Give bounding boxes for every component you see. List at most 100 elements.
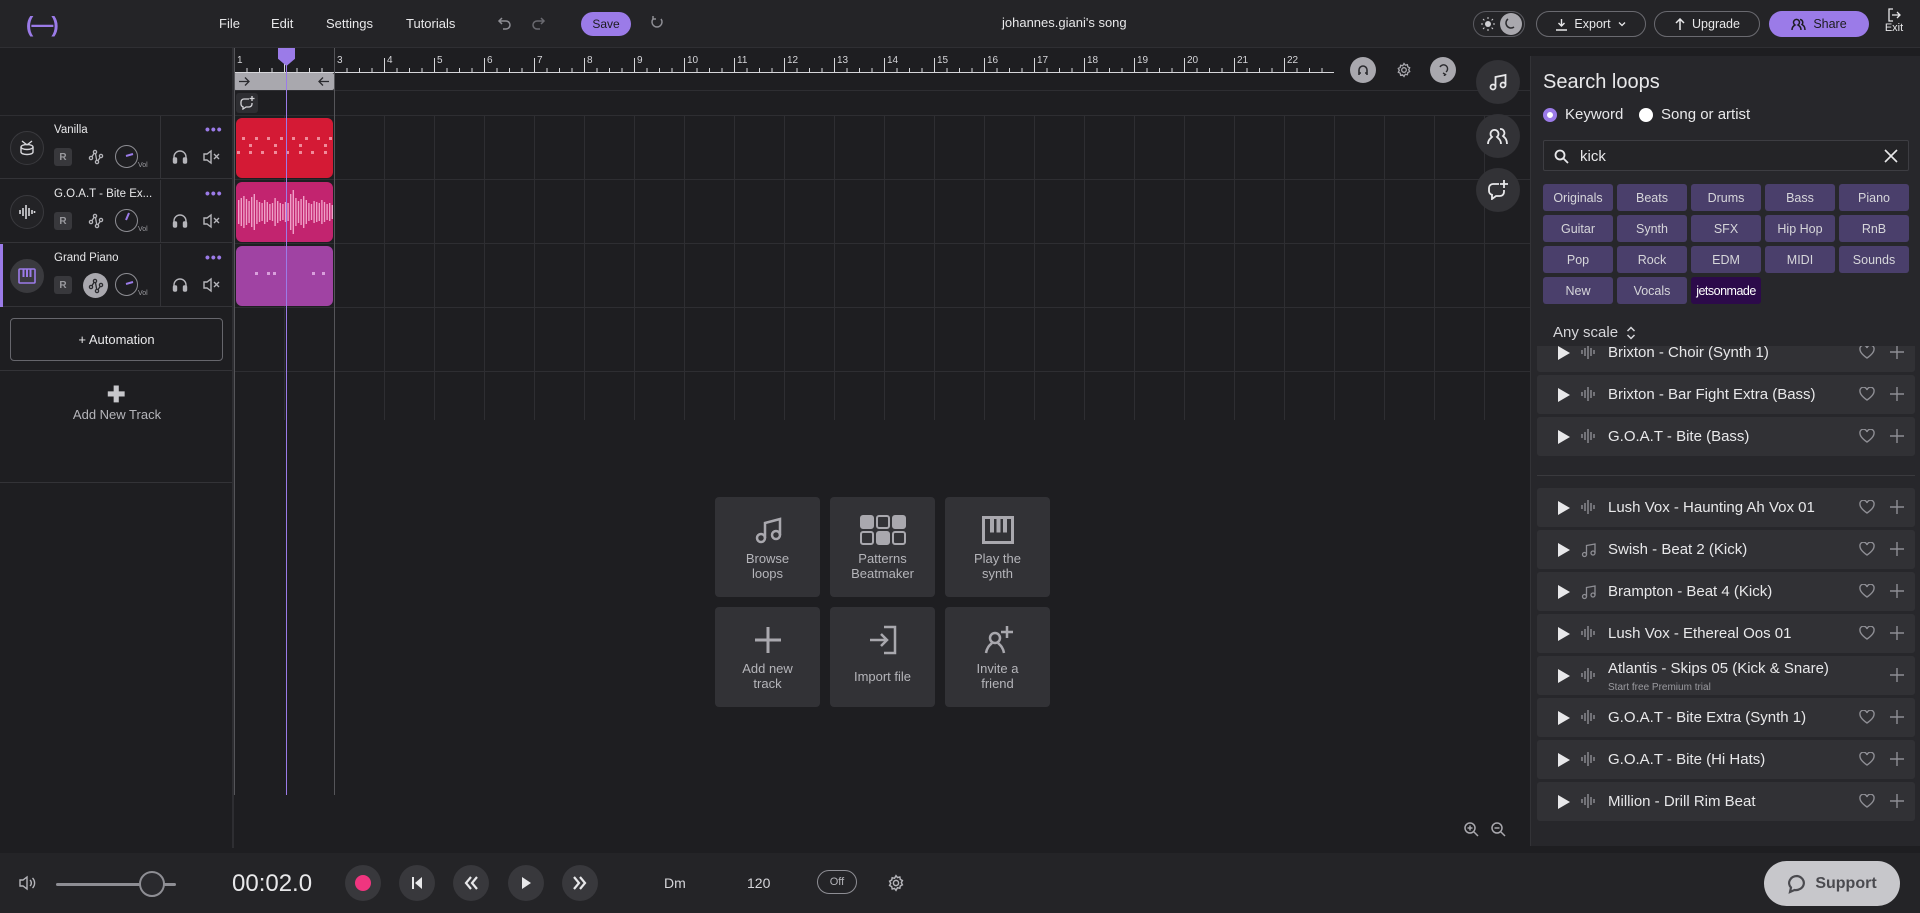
chip-hip-hop[interactable]: Hip Hop: [1765, 215, 1835, 242]
chip-sounds[interactable]: Sounds: [1839, 246, 1909, 273]
collaborators-button[interactable]: [1476, 114, 1520, 158]
save-button[interactable]: Save: [581, 12, 631, 36]
add-new-track-button[interactable]: ✚ Add New Track: [0, 370, 234, 483]
record-button[interactable]: [345, 865, 381, 901]
loop-result-row[interactable]: Lush Vox - Ethereal Oos 01: [1537, 614, 1915, 653]
add-loop-icon[interactable]: [1889, 541, 1905, 557]
add-automation-button[interactable]: + Automation: [10, 318, 223, 361]
track-options-button[interactable]: •••: [205, 249, 223, 265]
zoom-in-icon[interactable]: [1463, 821, 1479, 837]
search-input[interactable]: [1580, 146, 1870, 166]
radio-song-or-artist[interactable]: Song or artist: [1639, 106, 1750, 123]
loop-result-row[interactable]: G.O.A.T - Bite (Bass): [1537, 417, 1915, 456]
play-preview-icon[interactable]: [1557, 429, 1571, 445]
record-arm-button[interactable]: R: [54, 276, 72, 294]
scale-select[interactable]: Any scale: [1553, 324, 1636, 341]
timeline-settings-icon[interactable]: [1396, 62, 1412, 78]
snap-magnet-button[interactable]: [1350, 57, 1376, 83]
loop-result-row[interactable]: Brampton - Beat 4 (Kick): [1537, 572, 1915, 611]
song-title[interactable]: johannes.giani's song: [1002, 15, 1127, 30]
metronome-toggle[interactable]: Off: [817, 870, 857, 894]
zoom-out-icon[interactable]: [1490, 821, 1506, 837]
volume-knob[interactable]: [115, 209, 138, 232]
key-display[interactable]: Dm: [664, 875, 686, 891]
loop-result-row[interactable]: Swish - Beat 2 (Kick): [1537, 530, 1915, 569]
track-name[interactable]: Vanilla: [54, 124, 88, 136]
chip-bass[interactable]: Bass: [1765, 184, 1835, 211]
add-loop-icon[interactable]: [1889, 793, 1905, 809]
chip-synth[interactable]: Synth: [1617, 215, 1687, 242]
heart-icon[interactable]: [1859, 429, 1875, 443]
play-preview-icon[interactable]: [1557, 387, 1571, 403]
loop-result-row[interactable]: Brixton - Bar Fight Extra (Bass): [1537, 375, 1915, 414]
loop-result-row[interactable]: Lush Vox - Haunting Ah Vox 01: [1537, 488, 1915, 527]
menu-settings[interactable]: Settings: [326, 16, 373, 31]
loop-result-row[interactable]: G.O.A.T - Bite Extra (Synth 1): [1537, 698, 1915, 737]
play-synth-button[interactable]: Play the synth: [945, 497, 1050, 597]
app-logo[interactable]: (—): [26, 12, 59, 38]
playhead[interactable]: [286, 60, 287, 795]
add-loop-icon[interactable]: [1889, 499, 1905, 515]
export-button[interactable]: Export: [1536, 11, 1646, 37]
track-name[interactable]: G.O.A.T - Bite Ex...: [54, 188, 152, 200]
radio-dot[interactable]: [1639, 107, 1653, 122]
heart-icon[interactable]: [1859, 794, 1875, 808]
play-preview-icon[interactable]: [1557, 584, 1571, 600]
chip-piano[interactable]: Piano: [1839, 184, 1909, 211]
radio-keyword[interactable]: Keyword: [1543, 106, 1623, 123]
master-volume-slider[interactable]: [56, 871, 176, 897]
heart-icon[interactable]: [1859, 626, 1875, 640]
play-preview-icon[interactable]: [1557, 500, 1571, 516]
comments-button[interactable]: [1476, 168, 1520, 212]
add-comment-button[interactable]: [236, 93, 258, 113]
ruler[interactable]: 1 3 4 5 6 7 8 9 10 11 12 13 14 15 16 17 18 19 20 21 22: [234, 48, 1530, 73]
volume-knob[interactable]: [115, 273, 138, 296]
chip-originals[interactable]: Originals: [1543, 184, 1613, 211]
exit-button[interactable]: Exit: [1882, 8, 1906, 34]
waveform-icon[interactable]: [10, 195, 44, 229]
add-loop-icon[interactable]: [1889, 751, 1905, 767]
play-preview-icon[interactable]: [1557, 626, 1571, 642]
chip-drums[interactable]: Drums: [1691, 184, 1761, 211]
invite-friend-button[interactable]: Invite a friend: [945, 607, 1050, 707]
chip-vocals[interactable]: Vocals: [1617, 277, 1687, 304]
undo-icon[interactable]: [497, 15, 513, 31]
mute-icon[interactable]: [202, 213, 220, 229]
play-button[interactable]: [508, 865, 544, 901]
radio-dot[interactable]: [1543, 107, 1557, 122]
theme-toggle[interactable]: [1473, 11, 1525, 37]
clip-goat-bite[interactable]: [236, 182, 333, 242]
play-preview-icon[interactable]: [1557, 710, 1571, 726]
timeline[interactable]: 1 3 4 5 6 7 8 9 10 11 12 13 14 15 16 17 18 19 20 21 22 Brows…: [234, 48, 1530, 848]
loop-result-row[interactable]: Million - Drill Rim Beat: [1537, 782, 1915, 821]
share-button[interactable]: Share: [1769, 11, 1869, 37]
play-preview-icon[interactable]: [1557, 346, 1571, 361]
chip-sfx[interactable]: SFX: [1691, 215, 1761, 242]
heart-icon[interactable]: [1859, 752, 1875, 766]
volume-knob[interactable]: [115, 145, 138, 168]
automation-icon[interactable]: [83, 273, 108, 298]
chip-beats[interactable]: Beats: [1617, 184, 1687, 211]
loop-end-marker[interactable]: [334, 48, 335, 795]
play-preview-icon[interactable]: [1557, 794, 1571, 810]
track-options-button[interactable]: •••: [205, 121, 223, 137]
history-icon[interactable]: [649, 15, 665, 31]
track-name[interactable]: Grand Piano: [54, 252, 119, 264]
bpm-display[interactable]: 120: [747, 875, 770, 891]
heart-icon[interactable]: [1859, 584, 1875, 598]
heart-icon[interactable]: [1859, 387, 1875, 401]
piano-icon[interactable]: [10, 259, 44, 293]
patterns-beatmaker-button[interactable]: Patterns Beatmaker: [830, 497, 935, 597]
volume-icon[interactable]: [18, 875, 36, 891]
track-options-button[interactable]: •••: [205, 185, 223, 201]
fast-forward-button[interactable]: [562, 865, 598, 901]
upgrade-button[interactable]: Upgrade: [1654, 11, 1760, 37]
add-loop-icon[interactable]: [1889, 583, 1905, 599]
browse-loops-button[interactable]: Browse loops: [715, 497, 820, 597]
play-preview-icon[interactable]: [1557, 668, 1571, 684]
automation-icon[interactable]: [86, 147, 106, 167]
master-volume-thumb[interactable]: [139, 871, 165, 897]
add-loop-icon[interactable]: [1889, 625, 1905, 641]
play-preview-icon[interactable]: [1557, 542, 1571, 558]
menu-edit[interactable]: Edit: [271, 16, 293, 31]
